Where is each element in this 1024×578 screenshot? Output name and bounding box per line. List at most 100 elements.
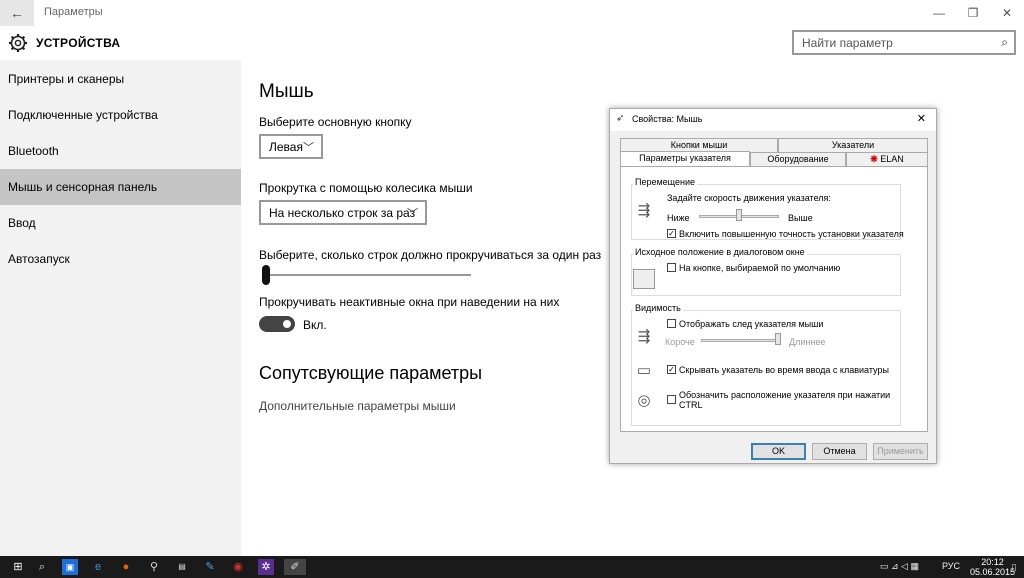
tab-elan[interactable]: ❋ ELAN <box>846 152 928 166</box>
vs-icon[interactable]: ✲ <box>258 559 274 575</box>
maximize-button[interactable]: ❐ <box>956 0 990 26</box>
cancel-button[interactable]: Отмена <box>812 443 867 460</box>
firefox-icon[interactable]: ● <box>118 559 134 575</box>
sidebar-item-bluetooth[interactable]: Bluetooth <box>0 133 241 169</box>
cmd-icon[interactable]: ▤ <box>174 559 190 575</box>
trails-slider-thumb[interactable] <box>775 333 781 345</box>
tab-elan-label: ELAN <box>880 154 904 164</box>
scroll-label: Прокрутка с помощью колесика мыши <box>259 181 473 195</box>
sidebar-item-connected-devices[interactable]: Подключенные устройства <box>0 97 241 133</box>
trails-long-label: Длиннее <box>789 337 826 347</box>
search-icon[interactable]: ⌕ <box>34 559 50 575</box>
pointer-trails-icon: ⇶ <box>637 328 651 345</box>
taskbar: ⊞ ⌕ ▣ e ● ⚲ ▤ ✎ ◉ ✲ ✐ ▭ ⊿ ◁ ▦ РУС 20:12 … <box>0 556 1024 578</box>
primary-button-dropdown[interactable]: Левая ﹀ <box>259 134 323 159</box>
dropdown-value: Левая <box>269 140 303 154</box>
hide-pointer-checkbox[interactable]: ✓ <box>667 365 676 374</box>
notifications-icon[interactable]: ▯ <box>1006 559 1022 575</box>
scroll-dropdown[interactable]: На несколько строк за раз ﹀ <box>259 200 427 225</box>
hide-pointer-icon: ▭ <box>636 362 652 379</box>
close-icon: ✕ <box>1001 6 1013 20</box>
speed-label: Задайте скорость движения указателя: <box>667 193 831 203</box>
precision-label: Включить повышенную точность установки у… <box>679 229 904 239</box>
media-icon[interactable]: ◉ <box>230 559 246 575</box>
toggle-knob <box>283 320 291 328</box>
lines-label: Выберите, сколько строк должно прокручив… <box>259 248 602 262</box>
pen-icon[interactable]: ✎ <box>202 559 218 575</box>
tab-pointers[interactable]: Указатели <box>778 138 928 152</box>
lines-slider-thumb[interactable] <box>262 265 270 285</box>
additional-mouse-options-link[interactable]: Дополнительные параметры мыши <box>259 399 456 413</box>
back-button[interactable]: ← <box>0 0 34 26</box>
trails-slider-track[interactable] <box>701 339 781 342</box>
sidebar-item-label: Bluetooth <box>8 144 59 158</box>
sidebar-item-label: Подключенные устройства <box>8 108 158 122</box>
trails-short-label: Короче <box>665 337 695 347</box>
tab-hardware[interactable]: Оборудование <box>750 152 846 166</box>
dialog-title-bar: ➶ Свойства: Мышь ✕ <box>610 109 936 131</box>
related-settings-title: Сопутсвующие параметры <box>259 363 483 383</box>
apply-button[interactable]: Применить <box>873 443 928 460</box>
tab-buttons[interactable]: Кнопки мыши <box>620 138 778 152</box>
primary-button-label: Выберите основную кнопку <box>259 115 412 129</box>
tab-pointer-options[interactable]: Параметры указателя <box>620 151 750 167</box>
pointer-options-panel: Перемещение ⇶ Задайте скорость движения … <box>620 166 928 432</box>
precision-checkbox[interactable]: ✓ <box>667 229 676 238</box>
snap-checkbox[interactable] <box>667 263 676 272</box>
sidebar-item-typing[interactable]: Ввод <box>0 205 241 241</box>
lines-slider-track[interactable] <box>263 274 471 276</box>
minimize-button[interactable]: — <box>922 0 956 26</box>
edge-icon[interactable]: e <box>90 559 106 575</box>
sidebar-item-label: Автозапуск <box>8 252 70 266</box>
pointer-speed-icon: ⇶ <box>637 202 651 219</box>
mouse-icon: ➶ <box>616 113 625 124</box>
tray-icons[interactable]: ▭ ⊿ ◁ ▦ <box>880 561 919 572</box>
snap-group <box>631 254 901 296</box>
ctrl-locate-checkbox[interactable] <box>667 395 676 404</box>
snap-to-icon <box>633 269 655 289</box>
sidebar-item-mouse[interactable]: Мышь и сенсорная панель <box>0 169 241 205</box>
chevron-down-icon: ﹀ <box>303 142 314 154</box>
search-placeholder: Найти параметр <box>802 36 893 50</box>
dropdown-value: На несколько строк за раз <box>269 206 416 220</box>
speed-slow-label: Ниже <box>667 213 690 223</box>
page-title: УСТРОЙСТВА <box>36 36 121 50</box>
search-app-icon[interactable]: ⚲ <box>146 559 162 575</box>
back-arrow-icon: ← <box>10 5 24 21</box>
trails-checkbox[interactable] <box>667 319 676 328</box>
speed-fast-label: Выше <box>788 213 813 223</box>
mouse-properties-dialog: ➶ Свойства: Мышь ✕ Кнопки мыши Указатели… <box>609 108 937 464</box>
language-indicator[interactable]: РУС <box>942 561 960 571</box>
title-bar: ← Параметры — ❐ ✕ <box>0 0 1024 26</box>
sidebar-item-label: Мышь и сенсорная панель <box>8 180 158 194</box>
snap-label: На кнопке, выбираемой по умолчанию <box>679 263 841 273</box>
inactive-scroll-toggle[interactable] <box>259 316 295 332</box>
windows-start-icon[interactable]: ⊞ <box>10 559 26 575</box>
close-button[interactable]: ✕ <box>990 0 1024 26</box>
search-icon[interactable]: ⌕ <box>1001 35 1008 50</box>
hide-pointer-label: Скрывать указатель во время ввода с клав… <box>679 365 889 375</box>
elan-icon: ❋ <box>870 154 878 164</box>
snap-group-label: Исходное положение в диалоговом окне <box>633 247 807 257</box>
sidebar-item-label: Принтеры и сканеры <box>8 72 125 86</box>
sidebar-item-printers[interactable]: Принтеры и сканеры <box>0 61 241 97</box>
maximize-icon: ❐ <box>967 6 979 20</box>
ok-button[interactable]: OK <box>751 443 806 460</box>
dialog-close-button[interactable]: ✕ <box>917 112 926 125</box>
sidebar-item-label: Ввод <box>8 216 36 230</box>
ctrl-locate-icon: ◎ <box>637 392 651 409</box>
search-input[interactable]: Найти параметр ⌕ <box>792 30 1016 55</box>
section-title: Мышь <box>259 81 314 102</box>
ctrl-locate-label-1: Обозначить расположение указателя при на… <box>679 390 891 400</box>
minimize-icon: — <box>933 6 945 20</box>
toggle-state-label: Вкл. <box>303 318 327 332</box>
motion-group-label: Перемещение <box>633 177 697 187</box>
inactive-scroll-label: Прокручивать неактивные окна при наведен… <box>259 295 560 309</box>
visibility-group-label: Видимость <box>633 303 683 313</box>
ctrl-locate-label-2: CTRL <box>679 400 703 410</box>
settings-icon[interactable]: ✐ <box>284 559 306 575</box>
store-icon[interactable]: ▣ <box>62 559 78 575</box>
sidebar-item-autoplay[interactable]: Автозапуск <box>0 241 241 277</box>
speed-slider-thumb[interactable] <box>736 209 742 221</box>
trails-label: Отображать след указателя мыши <box>679 319 824 329</box>
